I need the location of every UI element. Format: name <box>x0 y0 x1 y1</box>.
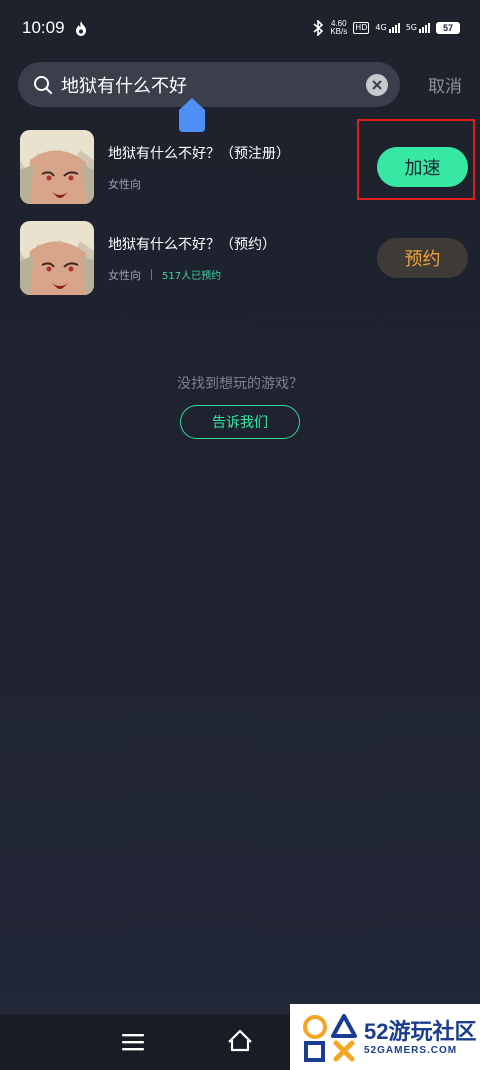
search-query[interactable]: 地狱有什么不好 <box>61 72 366 98</box>
tell-us-button[interactable]: 告诉我们 <box>180 405 300 439</box>
signal-bar <box>425 25 427 33</box>
list-item[interactable]: 地狱有什么不好？（预约） 女性向 517人已预约 预约 <box>20 221 468 295</box>
flame-icon <box>75 20 86 36</box>
search-row: 地狱有什么不好 取消 <box>18 62 462 132</box>
52gamers-logo-icon <box>303 1014 357 1062</box>
anime-portrait-image <box>20 221 94 295</box>
watermark-brand: 52游玩社区 <box>364 1018 477 1044</box>
text-cursor-handle[interactable] <box>179 98 205 132</box>
game-cover-image[interactable] <box>20 221 94 295</box>
search-icon <box>34 75 52 94</box>
signal-5g-label: 5G <box>405 23 417 32</box>
status-icons: 4.60 KB/s HD 4G 5G 57 <box>312 20 460 36</box>
speed-unit: KB/s <box>330 27 348 36</box>
game-meta: 女性向 517人已预约 <box>108 267 377 283</box>
game-tag: 女性向 <box>108 268 141 282</box>
menu-icon[interactable] <box>122 1033 144 1051</box>
search-input[interactable]: 地狱有什么不好 <box>18 62 400 132</box>
bluetooth-icon <box>313 20 324 36</box>
signal-bar <box>394 25 397 33</box>
meta-divider <box>151 269 152 280</box>
hd-badge: HD <box>353 22 370 34</box>
game-tag: 女性向 <box>108 177 141 191</box>
clear-icon[interactable] <box>366 73 388 96</box>
status-time: 10:09 <box>22 18 65 37</box>
reserve-button[interactable]: 预约 <box>377 238 468 278</box>
signal-bar <box>397 23 400 33</box>
signal-5g: 5G <box>406 23 430 33</box>
game-title[interactable]: 地狱有什么不好？（预约） <box>108 234 377 254</box>
game-info: 地狱有什么不好？（预约） 女性向 517人已预约 <box>108 234 377 283</box>
highlight-annotation-box <box>357 119 475 200</box>
watermark: 52游玩社区 52GAMERS.COM <box>290 1004 480 1070</box>
signal-bar <box>428 23 430 33</box>
signal-bar <box>388 29 391 33</box>
cancel-button[interactable]: 取消 <box>428 72 462 97</box>
anime-portrait-image <box>20 130 94 204</box>
signal-bar <box>419 29 421 33</box>
close-icon <box>372 79 382 90</box>
signal-bar <box>422 27 424 33</box>
game-meta: 女性向 <box>108 176 377 192</box>
not-found-hint: 没找到想玩的游戏？ <box>177 376 303 392</box>
home-icon[interactable] <box>227 1028 253 1052</box>
watermark-domain: 52GAMERS.COM <box>364 1044 458 1056</box>
battery-indicator: 57 <box>436 22 460 34</box>
signal-4g-label: 4G <box>375 23 387 32</box>
watermark-text: 52游玩社区 52GAMERS.COM <box>364 1019 476 1056</box>
signal-bar <box>391 27 394 33</box>
status-bar: 10:09 4.60 KB/s HD 4G 5G 57 <box>0 0 480 56</box>
game-title[interactable]: 地狱有什么不好？（预注册） <box>108 143 377 163</box>
game-cover-image[interactable] <box>20 130 94 204</box>
network-speed: 4.60 KB/s <box>330 20 347 36</box>
signal-4g: 4G <box>375 23 400 33</box>
reserve-count: 517人已预约 <box>162 271 222 282</box>
game-info: 地狱有什么不好？（预注册） 女性向 <box>108 143 377 192</box>
